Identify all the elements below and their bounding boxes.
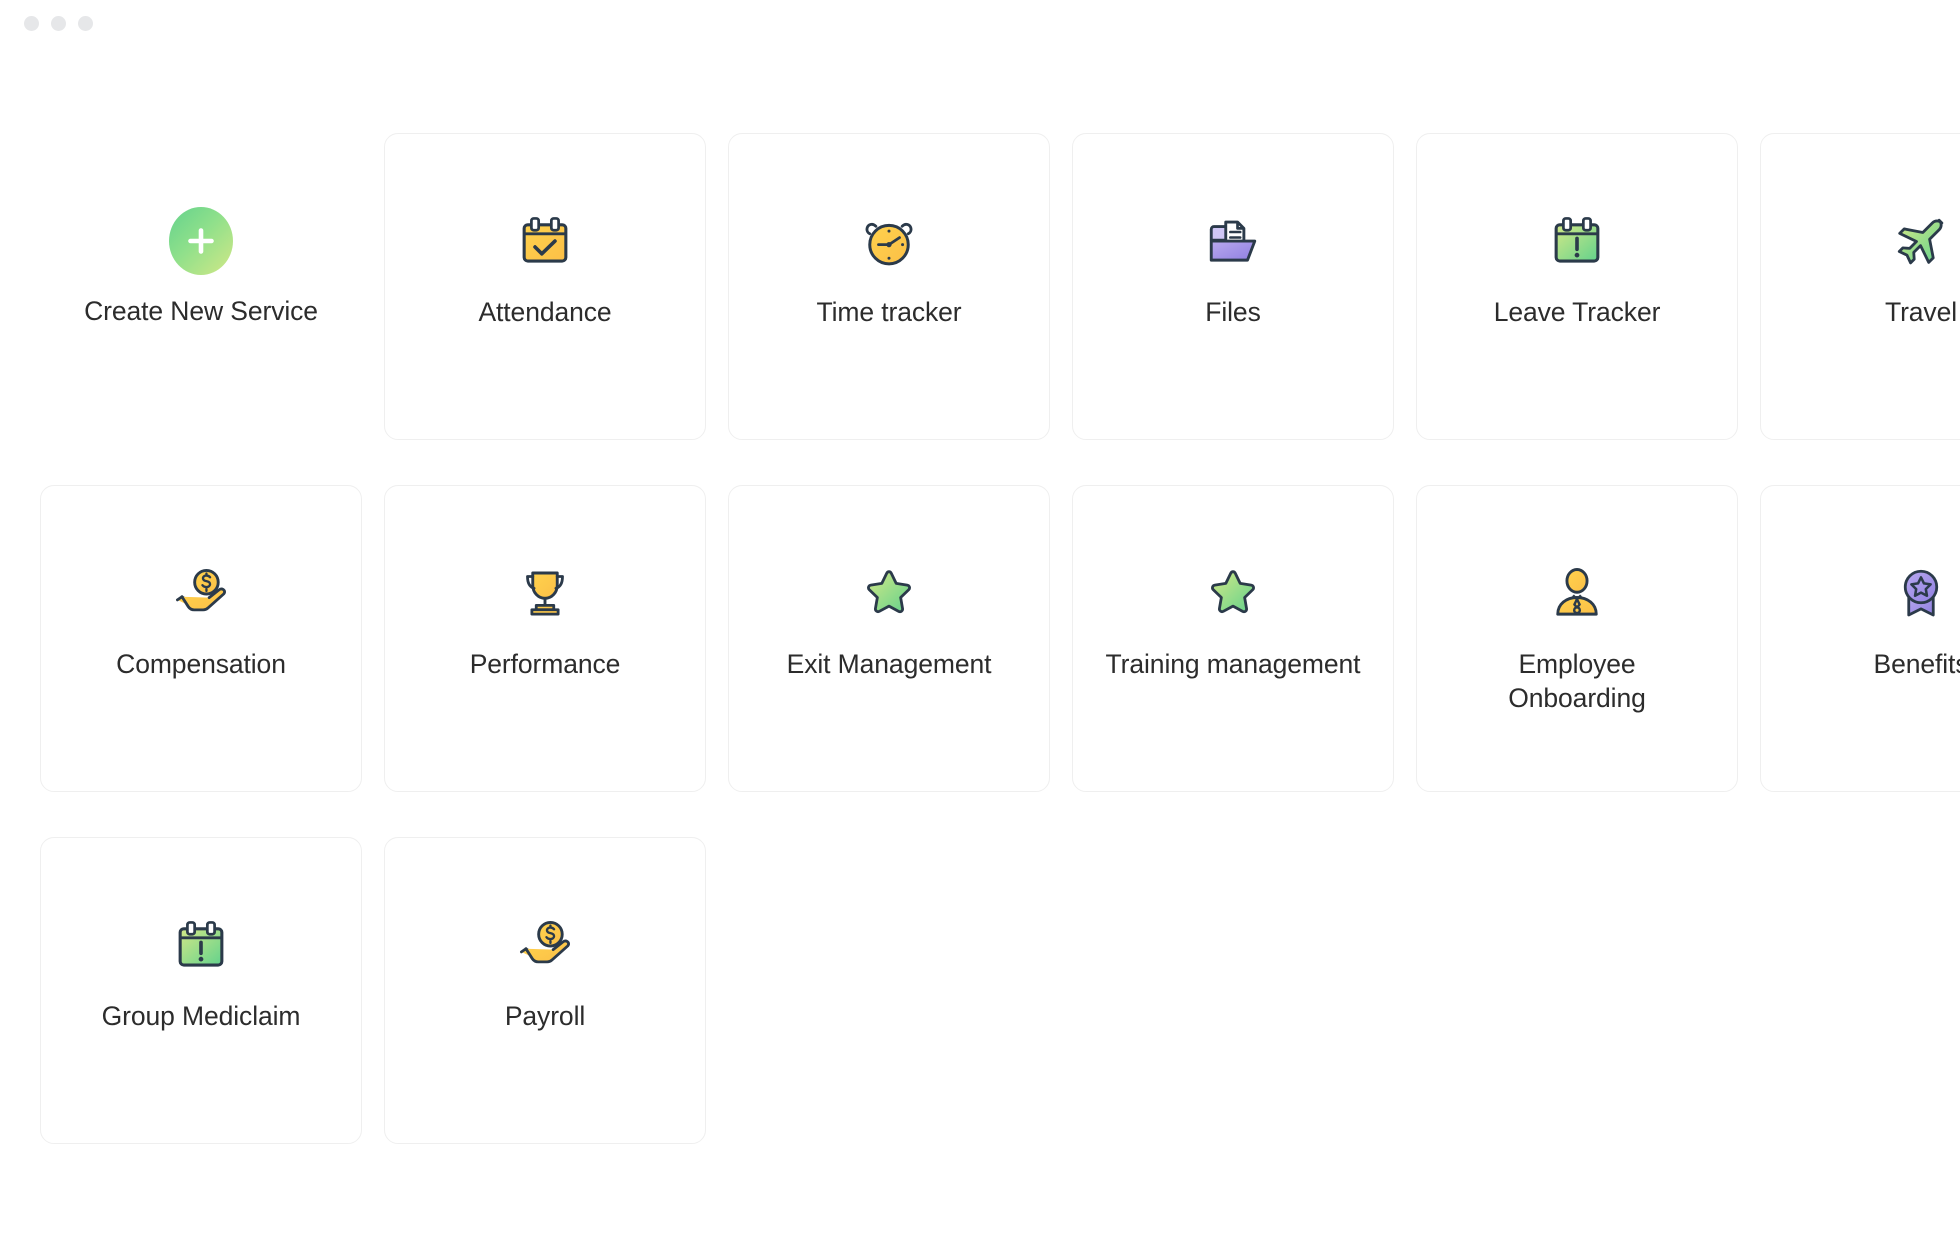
alarm-clock-icon [857,210,921,274]
service-card-payroll[interactable]: Payroll [384,837,706,1144]
hand-coin-icon [513,914,577,978]
calendar-alert-icon [1545,210,1609,274]
service-card-label: Exit Management [786,649,992,679]
service-card-label: Training management [1105,649,1361,679]
service-card-label: Group Mediclaim [101,1001,301,1031]
star-icon [857,562,921,626]
service-card-exit-management[interactable]: Exit Management [728,485,1050,792]
plus-circle-icon [169,207,233,275]
service-card-create-new-service[interactable]: Create New Service [40,133,362,440]
service-card-travel[interactable]: Travel [1760,133,1960,440]
service-card-label: Create New Service [84,296,318,326]
service-card-group-mediclaim[interactable]: Group Mediclaim [40,837,362,1144]
service-card-label: Performance [469,649,621,679]
service-card-label: Employee Onboarding [1508,649,1646,713]
close-dot[interactable] [24,16,39,31]
service-card-label: Benefits [1873,649,1960,679]
service-card-attendance[interactable]: Attendance [384,133,706,440]
service-card-label: Time tracker [816,297,962,327]
plus-circle-icon [169,207,233,275]
service-card-leave-tracker[interactable]: Leave Tracker [1416,133,1738,440]
service-card-performance[interactable]: Performance [384,485,706,792]
calendar-check-icon [513,210,577,274]
person-tie-icon [1545,562,1609,626]
service-card-benefits[interactable]: Benefits [1760,485,1960,792]
service-card-label: Compensation [116,649,286,679]
service-card-label: Travel [1884,297,1958,327]
folder-document-icon [1201,210,1265,274]
airplane-icon [1889,210,1953,274]
minimize-dot[interactable] [51,16,66,31]
service-card-compensation[interactable]: Compensation [40,485,362,792]
award-badge-icon [1889,562,1953,626]
service-card-label: Leave Tracker [1493,297,1661,327]
window-controls [24,16,93,31]
trophy-icon [513,562,577,626]
service-card-employee-onboarding[interactable]: Employee Onboarding [1416,485,1738,792]
service-card-time-tracker[interactable]: Time tracker [728,133,1050,440]
service-grid: Create New Service Attendance Time tracker… [40,133,1960,1144]
maximize-dot[interactable] [78,16,93,31]
service-card-label: Files [1205,297,1261,327]
service-dashboard: Create New Service Attendance Time tracker… [0,0,1960,1235]
service-card-files[interactable]: Files [1072,133,1394,440]
service-card-label: Attendance [478,297,612,327]
service-card-label: Payroll [504,1001,586,1031]
service-card-training-management[interactable]: Training management [1072,485,1394,792]
hand-coin-icon [169,562,233,626]
calendar-alert-icon [169,914,233,978]
star-icon [1201,562,1265,626]
